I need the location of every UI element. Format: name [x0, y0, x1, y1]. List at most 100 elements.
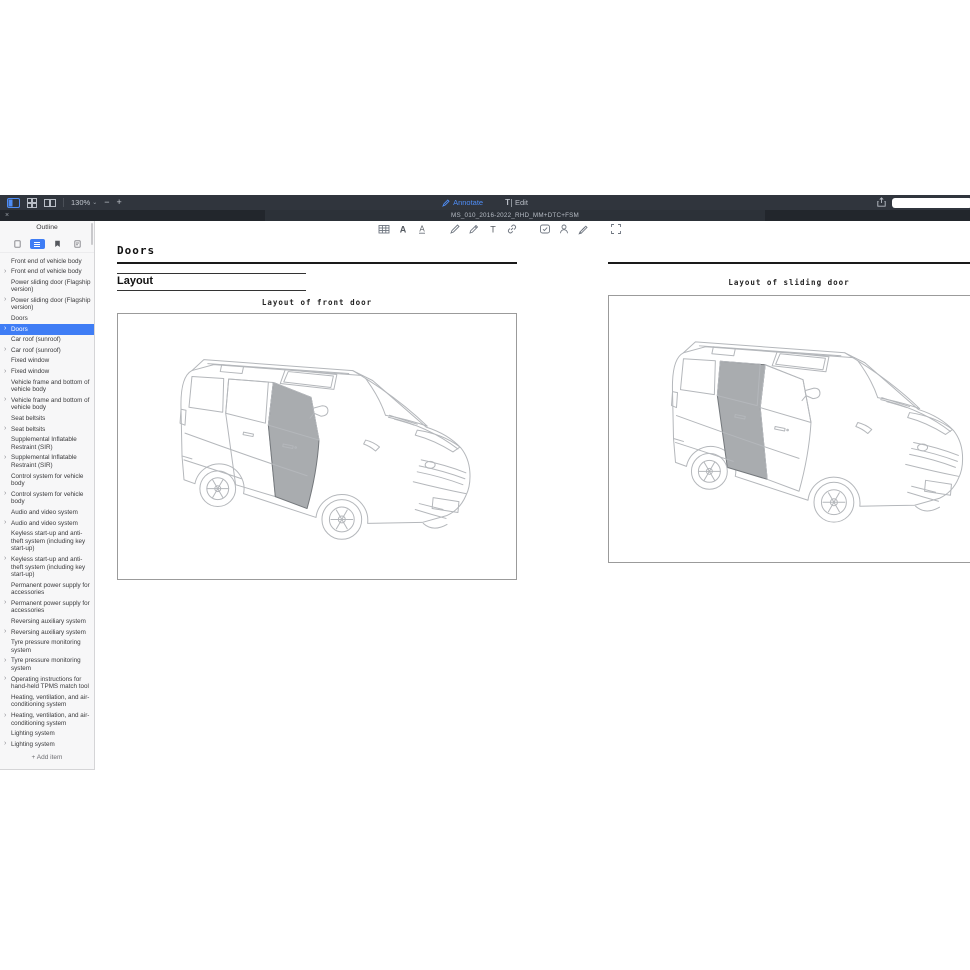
sidebar-scrollbar[interactable] [91, 223, 93, 245]
outline-item-label: Keyless start-up and anti-theft system (… [11, 530, 85, 552]
outline-item-label: Seat beltsits [11, 415, 45, 422]
add-item-button[interactable]: + Add item [0, 750, 94, 764]
outline-item-label: Audio and video system [11, 520, 78, 527]
zoom-control[interactable]: 130% ⌄ [71, 198, 97, 207]
outline-item-label: Fixed window [11, 368, 49, 375]
outline-item[interactable]: Front end of vehicle body [0, 256, 94, 267]
text-tool-icon[interactable]: T [487, 223, 499, 235]
svg-text:T: T [490, 224, 496, 234]
outline-item[interactable]: Front end of vehicle body [0, 267, 94, 278]
zoom-value: 130% [71, 198, 90, 207]
outline-item[interactable]: Doors [0, 314, 94, 325]
outline-item[interactable]: Control system for vehicle body [0, 471, 94, 489]
annotations-tab-icon[interactable] [70, 239, 85, 249]
outline-item-label: Heating, ventilation, and air-conditioni… [11, 694, 89, 709]
facing-pages-icon[interactable] [44, 198, 56, 208]
annotation-toolbar: A A T [96, 221, 970, 236]
svg-text:A: A [419, 224, 425, 233]
active-document-tab[interactable]: MS_010_2016-2022_RHD_MM+DTC+FSM [265, 210, 765, 221]
zoom-out-button[interactable]: − [104, 198, 109, 207]
outline-item[interactable]: Heating, ventilation, and air-conditioni… [0, 711, 94, 729]
outline-item[interactable]: Vehicle frame and bottom of vehicle body [0, 377, 94, 395]
outline-item[interactable]: Supplemental Inflatable Restraint (SIR) [0, 435, 94, 453]
figure-caption-front-door: Layout of front door [117, 298, 517, 307]
grid-table-icon[interactable] [378, 223, 390, 235]
outline-item[interactable]: Heating, ventilation, and air-conditioni… [0, 692, 94, 710]
outline-item[interactable]: Fixed window [0, 356, 94, 367]
search-input[interactable] [892, 198, 970, 208]
outline-item[interactable]: Vehicle frame and bottom of vehicle body [0, 395, 94, 413]
outline-item[interactable]: Audio and video system [0, 507, 94, 518]
outline-item[interactable]: Reversing auxiliary system [0, 617, 94, 628]
outline-item[interactable]: Seat beltsits [0, 414, 94, 425]
fullscreen-icon[interactable] [610, 223, 622, 235]
pen-icon[interactable] [577, 223, 589, 235]
thumbnails-tab-icon[interactable] [10, 239, 25, 249]
outline-item[interactable]: Supplemental Inflatable Restraint (SIR) [0, 453, 94, 471]
outline-item[interactable]: Car roof (sunroof) [0, 335, 94, 346]
outline-item[interactable]: Keyless start-up and anti-theft system (… [0, 529, 94, 555]
document-title: MS_010_2016-2022_RHD_MM+DTC+FSM [451, 212, 579, 219]
sidebar-toggle-icon[interactable] [7, 198, 20, 208]
outline-item-label: Car roof (sunroof) [11, 336, 61, 343]
title-rule-left [117, 262, 517, 264]
outline-item[interactable]: Seat beltsits [0, 424, 94, 435]
share-icon[interactable] [877, 197, 886, 209]
edit-text-icon: T [505, 199, 512, 207]
edit-tab[interactable]: T Edit [505, 198, 528, 207]
outline-item-label: Seat beltsits [11, 426, 45, 433]
outline-item-label: Control system for vehicle body [11, 491, 83, 506]
outline-item-label: Heating, ventilation, and air-conditioni… [11, 712, 89, 727]
marker-icon[interactable] [468, 223, 480, 235]
outline-item[interactable]: Reversing auxiliary system [0, 627, 94, 638]
outline-item-label: Power sliding door (Flagship version) [11, 297, 90, 312]
outline-item[interactable]: Tyre pressure monitoring system [0, 638, 94, 656]
outline-item-label: Car roof (sunroof) [11, 347, 61, 354]
outline-item[interactable]: Permanent power supply for accessories [0, 598, 94, 616]
page-title: Doors [117, 244, 155, 257]
text-format-icon[interactable]: A [397, 223, 409, 235]
van-front-door-illustration [118, 314, 516, 579]
title-rule-right [608, 262, 970, 264]
chevron-down-icon: ⌄ [92, 199, 97, 206]
outline-item-label: Front end of vehicle body [11, 268, 82, 275]
outline-tab-icon[interactable] [30, 239, 45, 249]
outline-item[interactable]: Control system for vehicle body [0, 489, 94, 507]
figure-front-door [117, 313, 517, 580]
outline-item-label: Vehicle frame and bottom of vehicle body [11, 397, 89, 412]
outline-item[interactable]: Lighting system [0, 729, 94, 740]
outline-item-label: Fixed window [11, 357, 49, 364]
zoom-in-button[interactable]: + [116, 198, 121, 207]
svg-text:A: A [400, 224, 407, 234]
outline-item-label: Front end of vehicle body [11, 258, 82, 265]
link-icon[interactable] [506, 223, 518, 235]
outline-item-label: Lighting system [11, 741, 55, 748]
annotate-pen-icon [442, 199, 450, 207]
outline-item[interactable]: Power sliding door (Flagship version) [0, 295, 94, 313]
pencil-icon[interactable] [449, 223, 461, 235]
annotate-tab[interactable]: Annotate [442, 198, 483, 207]
outline-item-label: Tyre pressure monitoring system [11, 639, 81, 654]
section-heading: Layout [117, 273, 306, 291]
signature-person-icon[interactable] [558, 223, 570, 235]
outline-item[interactable]: Doors [0, 324, 94, 335]
outline-item-label: Supplemental Inflatable Restraint (SIR) [11, 454, 77, 469]
outline-item[interactable]: Audio and video system [0, 518, 94, 529]
outline-item[interactable]: Operating instructions for hand-held TPM… [0, 674, 94, 692]
outline-item-label: Permanent power supply for accessories [11, 600, 90, 615]
outline-list: … Front end of vehicle body Front end of… [0, 253, 94, 750]
outline-item[interactable]: Keyless start-up and anti-theft system (… [0, 554, 94, 580]
outline-item[interactable]: Lighting system [0, 739, 94, 750]
bookmarks-tab-icon[interactable] [50, 239, 65, 249]
figure-caption-sliding-door: Layout of sliding door [608, 278, 970, 287]
outline-sidebar: Outline … Front end of vehicle body Fr [0, 221, 95, 770]
outline-item[interactable]: Fixed window [0, 367, 94, 378]
sticker-icon[interactable] [539, 223, 551, 235]
outline-item[interactable]: Car roof (sunroof) [0, 345, 94, 356]
grid-view-icon[interactable] [27, 198, 37, 208]
outline-item[interactable]: Permanent power supply for accessories [0, 580, 94, 598]
close-tab-icon[interactable]: × [0, 210, 14, 221]
text-format-alt-icon[interactable]: A [416, 223, 428, 235]
outline-item[interactable]: Power sliding door (Flagship version) [0, 277, 94, 295]
outline-item[interactable]: Tyre pressure monitoring system [0, 656, 94, 674]
